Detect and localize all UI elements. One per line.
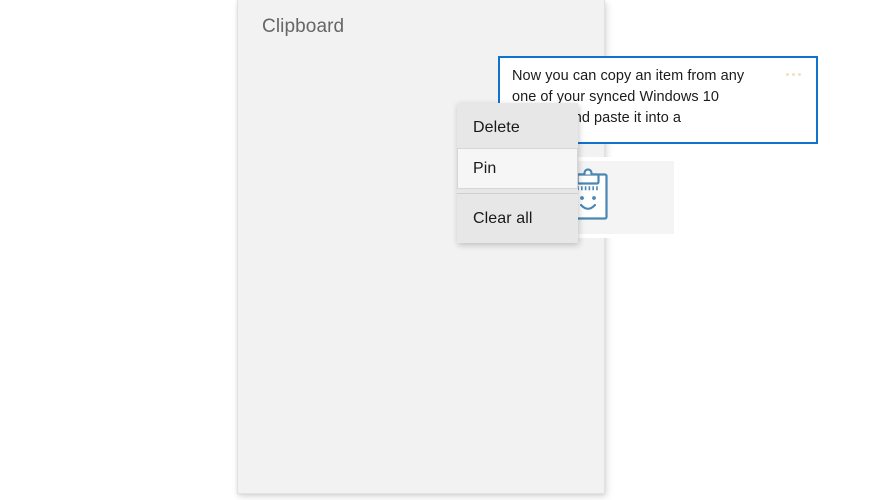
menu-item-delete[interactable]: Delete: [457, 107, 578, 148]
menu-item-clear-all[interactable]: Clear all: [457, 198, 578, 239]
ellipsis-icon[interactable]: [780, 65, 806, 83]
ellipsis-dot: [797, 72, 801, 76]
context-menu: Delete Pin Clear all: [457, 103, 578, 243]
ellipsis-dot: [791, 72, 795, 76]
clipboard-panel: Clipboard Now you can copy an item from …: [237, 0, 818, 494]
menu-item-pin[interactable]: Pin: [457, 148, 578, 189]
ellipsis-dot: [785, 72, 789, 76]
page-title: Clipboard: [262, 16, 345, 37]
menu-separator: [457, 193, 578, 194]
